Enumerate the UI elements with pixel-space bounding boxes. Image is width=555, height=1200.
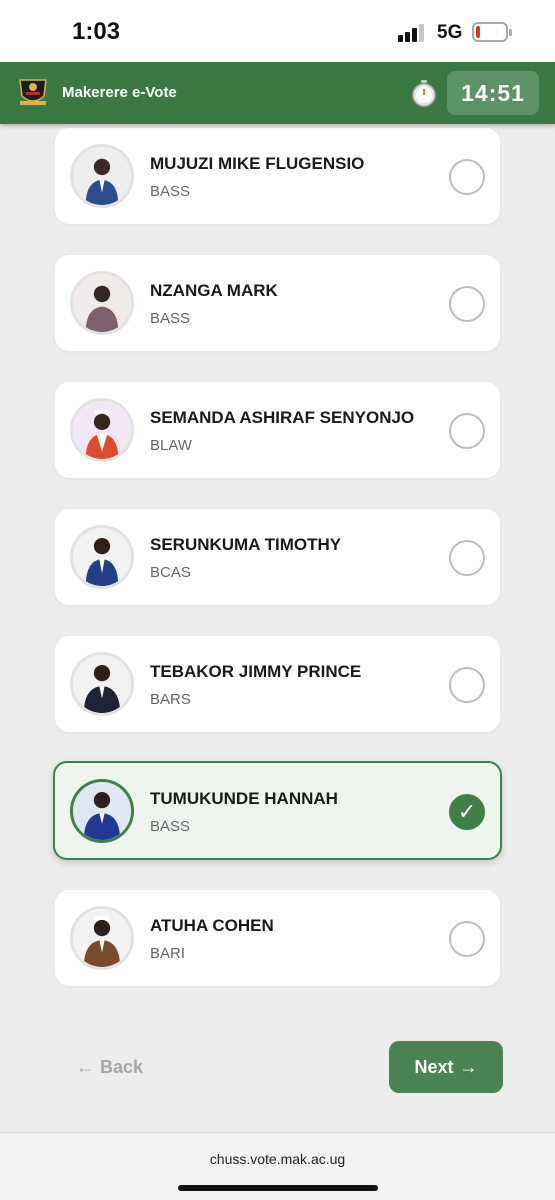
candidate-radio[interactable] [449,159,485,195]
back-button[interactable]: ← Back [76,1052,143,1082]
browser-address-bar[interactable]: chuss.vote.mak.ac.ug [0,1132,555,1200]
candidate-card-selected[interactable]: TUMUKUNDE HANNAH BASS ✓ [53,761,502,860]
candidate-card[interactable]: SERUNKUMA TIMOTHY BCAS [55,509,500,605]
arrow-left-icon: ← [76,1056,94,1077]
candidate-card[interactable]: NZANGA MARK BASS [55,255,500,351]
candidate-avatar [70,144,134,208]
arrow-right-icon: → [459,1056,478,1077]
status-bar: 1:03 5G [0,0,555,62]
next-label: Next [414,1056,454,1077]
candidate-name: TEBAKOR JIMMY PRINCE [150,662,362,681]
candidate-card[interactable]: ATUHA COHEN BARI [55,890,500,986]
candidate-name: SERUNKUMA TIMOTHY [150,535,342,554]
candidate-avatar [70,652,134,716]
candidate-name: TUMUKUNDE HANNAH [150,789,338,808]
network-type: 5G [437,22,463,43]
cellular-signal-icon [398,24,428,42]
checkmark-icon[interactable]: ✓ [449,794,485,830]
candidate-card[interactable]: MUJUZI MIKE FLUGENSIO BASS [55,128,500,224]
battery-level [476,26,480,38]
app-header: Makerere e-Vote 14:51 [0,62,555,124]
candidate-radio[interactable] [449,921,485,957]
candidate-name: NZANGA MARK [150,281,278,300]
back-label: Back [100,1056,144,1077]
candidate-radio[interactable] [449,286,485,322]
next-button[interactable]: Next → [389,1041,503,1093]
candidate-radio[interactable] [449,667,485,703]
url-text[interactable]: chuss.vote.mak.ac.ug [0,1151,555,1167]
candidate-faculty: BASS [150,310,191,327]
candidate-avatar [70,271,134,335]
candidate-card[interactable]: TEBAKOR JIMMY PRINCE BARS [55,636,500,732]
candidate-faculty: BARS [150,691,191,708]
candidate-faculty: BASS [150,183,191,200]
home-indicator[interactable] [178,1185,378,1191]
candidate-name: ATUHA COHEN [150,916,274,935]
candidate-avatar [70,398,134,462]
battery-icon [472,22,512,42]
candidate-faculty: BLAW [150,437,192,454]
candidate-radio[interactable] [449,413,485,449]
candidate-radio[interactable] [449,540,485,576]
candidate-avatar [70,906,134,970]
candidate-faculty: BASS [150,818,191,835]
candidate-faculty: BARI [150,945,186,962]
candidate-name: MUJUZI MIKE FLUGENSIO [150,154,365,173]
status-time: 1:03 [72,18,121,45]
candidate-card[interactable]: SEMANDA ASHIRAF SENYONJO BLAW [55,382,500,478]
candidate-faculty: BCAS [150,564,191,581]
candidate-list: MUJUZI MIKE FLUGENSIO BASS NZANGA MARK B… [0,124,555,1024]
stopwatch-icon [410,79,438,107]
countdown-timer: 14:51 [447,71,539,115]
candidate-avatar [70,525,134,589]
candidate-name: SEMANDA ASHIRAF SENYONJO [150,408,415,427]
university-crest-icon [16,74,50,108]
app-title: Makerere e-Vote [62,84,177,101]
candidate-avatar [70,779,134,843]
